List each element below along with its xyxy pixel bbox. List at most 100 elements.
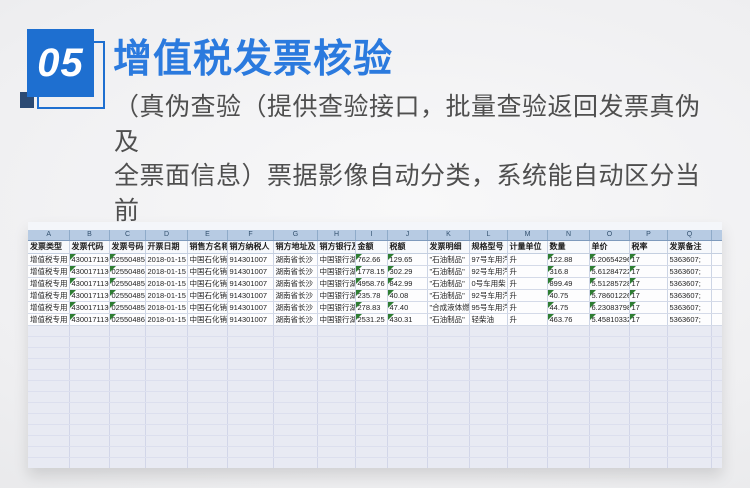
data-cell: 4300171130 <box>69 302 109 314</box>
empty-cell <box>427 414 469 425</box>
description-line: 全票面信息）票据影像自动分类，系统能自动区分当前 <box>114 159 714 228</box>
empty-cell <box>69 458 109 469</box>
empty-cell <box>227 359 273 370</box>
empty-cell <box>589 381 629 392</box>
empty-cell <box>629 403 667 414</box>
data-cell: 899.49 <box>547 278 589 290</box>
column-letter: G <box>273 230 317 241</box>
table-row <box>28 348 722 359</box>
header-cell: 发票类型 <box>28 241 69 254</box>
empty-cell <box>109 359 145 370</box>
data-cell: 湖南省长沙 <box>273 278 317 290</box>
table-row <box>28 447 722 458</box>
empty-cell <box>589 447 629 458</box>
empty-cell <box>711 370 722 381</box>
data-cell: 5363607; <box>667 266 711 278</box>
empty-cell <box>589 326 629 337</box>
data-cell: 914301007 <box>227 266 273 278</box>
empty-cell <box>667 447 711 458</box>
empty-cell <box>69 392 109 403</box>
empty-cell <box>69 436 109 447</box>
empty-cell <box>387 403 427 414</box>
empty-cell <box>547 436 589 447</box>
empty-cell <box>69 447 109 458</box>
empty-cell <box>629 326 667 337</box>
data-cell: 17 <box>629 266 667 278</box>
empty-cell <box>507 326 547 337</box>
empty-cell <box>469 458 507 469</box>
empty-cell <box>273 348 317 359</box>
empty-cell <box>227 414 273 425</box>
table-row: 增值税专用4300171130025504852018-01-15中国石化销91… <box>28 302 722 314</box>
empty-cell <box>547 447 589 458</box>
empty-cell <box>589 436 629 447</box>
empty-cell <box>187 348 227 359</box>
empty-cell <box>187 359 227 370</box>
empty-cell <box>387 425 427 436</box>
data-cell: 增值税专用 <box>28 278 69 290</box>
empty-cell <box>507 403 547 414</box>
empty-cell <box>355 381 387 392</box>
data-cell: "合成液体燃 <box>427 302 469 314</box>
empty-cell <box>387 447 427 458</box>
data-cell: 中国石化销 <box>187 266 227 278</box>
empty-cell <box>317 337 355 348</box>
empty-cell <box>387 414 427 425</box>
empty-cell <box>589 370 629 381</box>
table-row <box>28 359 722 370</box>
empty-cell <box>711 447 722 458</box>
empty-cell <box>109 392 145 403</box>
data-cell: 278.83 <box>355 302 387 314</box>
data-cell: 2018-01-15 <box>145 314 187 326</box>
data-cell: 2018-01-15 <box>145 278 187 290</box>
data-cell: 17 <box>629 254 667 266</box>
empty-cell <box>427 403 469 414</box>
empty-cell <box>28 381 69 392</box>
empty-cell <box>629 370 667 381</box>
empty-cell <box>629 458 667 469</box>
header-cell: 数量 <box>547 241 589 254</box>
empty-cell <box>547 425 589 436</box>
empty-cell <box>273 447 317 458</box>
empty-cell <box>109 337 145 348</box>
empty-cell <box>387 436 427 447</box>
data-cell: 4958.76 <box>355 278 387 290</box>
empty-cell <box>711 381 722 392</box>
data-cell: 914301007 <box>227 302 273 314</box>
empty-cell <box>227 337 273 348</box>
empty-cell <box>109 458 145 469</box>
empty-cell <box>629 414 667 425</box>
empty-cell <box>711 337 722 348</box>
empty-cell <box>667 359 711 370</box>
empty-cell <box>589 337 629 348</box>
column-letter <box>711 230 722 241</box>
empty-cell <box>667 381 711 392</box>
empty-cell <box>589 359 629 370</box>
data-cell: 5363607; <box>667 290 711 302</box>
data-cell: 2018-01-15 <box>145 290 187 302</box>
empty-cell <box>109 326 145 337</box>
empty-cell <box>273 359 317 370</box>
data-cell: 轻柴油 <box>469 314 507 326</box>
data-cell: 5363607; <box>667 254 711 266</box>
data-cell: 122.88 <box>547 254 589 266</box>
empty-cell <box>711 425 722 436</box>
empty-cell <box>273 392 317 403</box>
empty-cell <box>507 359 547 370</box>
empty-cell <box>507 458 547 469</box>
empty-cell <box>273 326 317 337</box>
empty-cell <box>667 370 711 381</box>
data-cell: 92号车用汽 <box>469 290 507 302</box>
empty-cell <box>145 447 187 458</box>
data-cell: 湖南省长沙 <box>273 290 317 302</box>
empty-cell <box>227 326 273 337</box>
data-cell: 0号车用柴 <box>469 278 507 290</box>
empty-cell <box>711 414 722 425</box>
empty-cell <box>589 403 629 414</box>
empty-cell <box>547 370 589 381</box>
empty-cell <box>427 337 469 348</box>
empty-cell <box>28 425 69 436</box>
empty-cell <box>547 381 589 392</box>
empty-cell <box>187 436 227 447</box>
data-cell: 842.99 <box>387 278 427 290</box>
